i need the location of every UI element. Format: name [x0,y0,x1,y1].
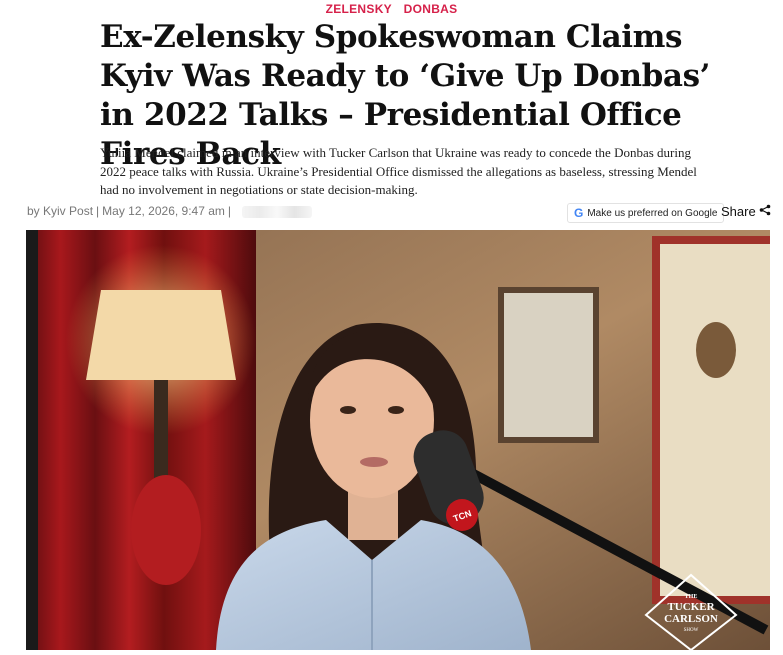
share-button[interactable]: Share [721,204,771,219]
article-summary: Yuliia Mendel claimed in an interview wi… [100,145,697,197]
byline-author[interactable]: by Kyiv Post [27,204,93,218]
google-preferred-label: Make us preferred on Google [587,207,718,219]
google-g-icon: G [574,206,584,220]
byline-date: May 12, 2026, 9:47 am [102,204,225,218]
hero-image: TCN THE TUCKER CARLSON SHOW [26,230,770,650]
google-preferred-button[interactable]: G Make us preferred on Google [567,203,725,223]
tag-donbas[interactable]: DONBAS [404,2,458,16]
category-tags: ZELENSKY DONBAS [0,2,783,16]
watermark-line-3: CARLSON [664,613,718,625]
byline: by Kyiv Post | May 12, 2026, 9:47 am | [27,204,313,218]
tag-zelensky[interactable]: ZELENSKY [326,2,392,16]
blurred-region [242,205,313,218]
share-label: Share [721,204,756,219]
share-icon [759,204,771,219]
watermark-line-2: TUCKER [667,601,715,613]
watermark-line-1: THE [685,594,698,600]
watermark-line-4: SHOW [684,628,699,633]
